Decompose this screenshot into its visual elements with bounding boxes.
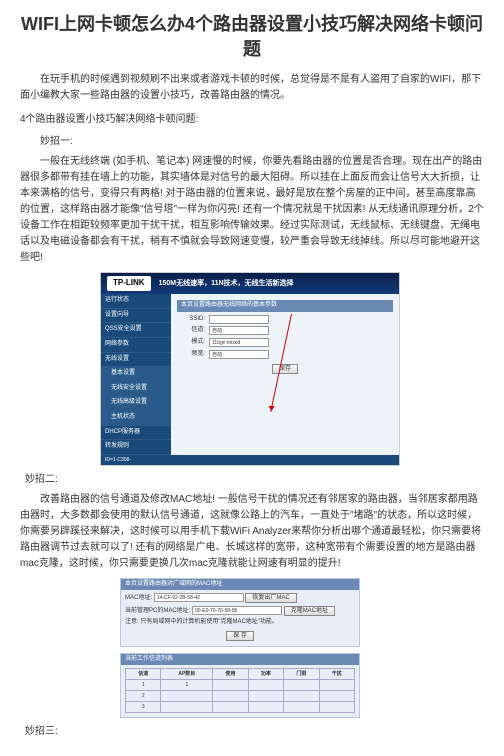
intro-paragraph: 在玩手机的时候遇到视频刷不出来或者游戏卡顿的时候，总觉得是不是有人盗用了自家的W… [20,72,484,104]
sidebar-item[interactable]: 无线设置 [101,353,171,368]
sidebar-item[interactable]: 设置向导 [101,309,171,324]
mac-clone-panel: 本页设置路由器对广域网的MAC地址 MAC地址: 14-CF-92-2B-58-… [120,578,360,647]
col-header: 信道 [126,669,161,680]
mode-select[interactable]: 11bgn mixed [209,338,269,347]
ssid-label: SSID: [177,315,205,325]
bw-select[interactable]: 自动 [209,350,269,359]
table-row: 3 [126,702,355,713]
section-heading: 4个路由器设置小技巧解决网络卡顿问题: [20,112,484,128]
tip2-paragraph: 改善路由器的信号通道及修改MAC地址! 一般信号干扰的情况还有邻居家的路由器，当… [20,492,484,572]
channel-select[interactable]: 自动 [209,326,269,335]
router-header: TP-LINK 150M无线速率，11N技术，无线生活新选择 [101,273,399,294]
tip1-paragraph: 一般在无线终端 (如手机、笔记本) 网速慢的时候，你要先看路由器的位置是否合理。… [20,154,484,266]
col-header: 使用 [213,669,248,680]
mac-input[interactable]: 14-CF-92-2B-58-42 [154,593,244,602]
sidebar-item[interactable]: DHCP服务器 [101,426,171,441]
sidebar-item[interactable]: QSS安全设置 [101,323,171,338]
sidebar-item[interactable]: 无线安全设置 [101,382,171,397]
save-button[interactable]: 保存 [272,364,298,374]
save-button-2[interactable]: 保 存 [226,631,254,641]
sidebar-item[interactable]: 基本设置 [101,367,171,382]
sidebar-item[interactable]: 运行状态 [101,294,171,309]
pc-mac-label: 当前管理PC的MAC地址: [125,608,190,614]
col-header: 干扰 [319,669,354,680]
mode-label: 模式: [177,338,205,348]
router-slogan: 150M无线速率，11N技术，无线生活新选择 [159,278,294,289]
panel-title: 本页设置路由器无线网络的基本参数 [177,300,393,312]
tip1-heading: 妙招一: [40,134,484,150]
pc-mac-input[interactable]: 00-E0-70-70-58-95 [192,606,282,615]
tip3-heading: 妙招三: [25,724,484,740]
table-row: 1 1 [126,680,355,691]
tip2-heading: 妙招二: [25,472,484,488]
col-header: 门限 [284,669,319,680]
channel-panel-title: 当前工作信道列表 [121,654,359,666]
mac-note: 注意: 只有局域网中的计算机能使用"克隆MAC地址"功能。 [125,618,355,628]
restore-mac-button[interactable]: 恢复出厂MAC [245,593,296,603]
clone-mac-button[interactable]: 克隆MAC地址 [284,606,335,616]
mac-panel-title: 本页设置路由器对广域网的MAC地址 [121,579,359,591]
bw-label: 频宽: [177,350,205,360]
col-header: AP数目 [161,669,213,680]
sidebar-item[interactable]: 网络参数 [101,338,171,353]
sidebar-item[interactable]: 主机状态 [101,411,171,426]
tplink-logo: TP-LINK [107,276,151,291]
router-screenshot-2: 本页设置路由器对广域网的MAC地址 MAC地址: 14-CF-92-2B-58-… [120,578,360,719]
router-screenshot-1: TP-LINK 150M无线速率，11N技术，无线生活新选择 运行状态 设置向导… [100,272,400,465]
router-bottom-bar: ID=1-C308- [101,455,399,465]
channel-label: 信道: [177,326,205,336]
table-row: 2 [126,691,355,702]
router-sidebar: 运行状态 设置向导 QSS安全设置 网络参数 无线设置 基本设置 无线安全设置 … [101,294,171,455]
channel-list-panel: 当前工作信道列表 信道 AP数目 使用 功率 门限 干扰 1 1 2 [120,653,360,719]
channel-table: 信道 AP数目 使用 功率 门限 干扰 1 1 2 [125,668,355,713]
page-title: WIFI上网卡顿怎么办4个路由器设置小技巧解决网络卡顿问题 [20,12,484,62]
sidebar-item[interactable]: 转发规则 [101,440,171,455]
mac-label: MAC地址: [125,595,152,601]
ssid-input[interactable] [209,315,269,324]
sidebar-item-active[interactable]: 无线高级设置 [101,396,171,411]
col-header: 功率 [248,669,283,680]
router-main-pane: 本页设置路由器无线网络的基本参数 SSID: 信道: 自动 模式: 11bgn … [171,294,399,455]
